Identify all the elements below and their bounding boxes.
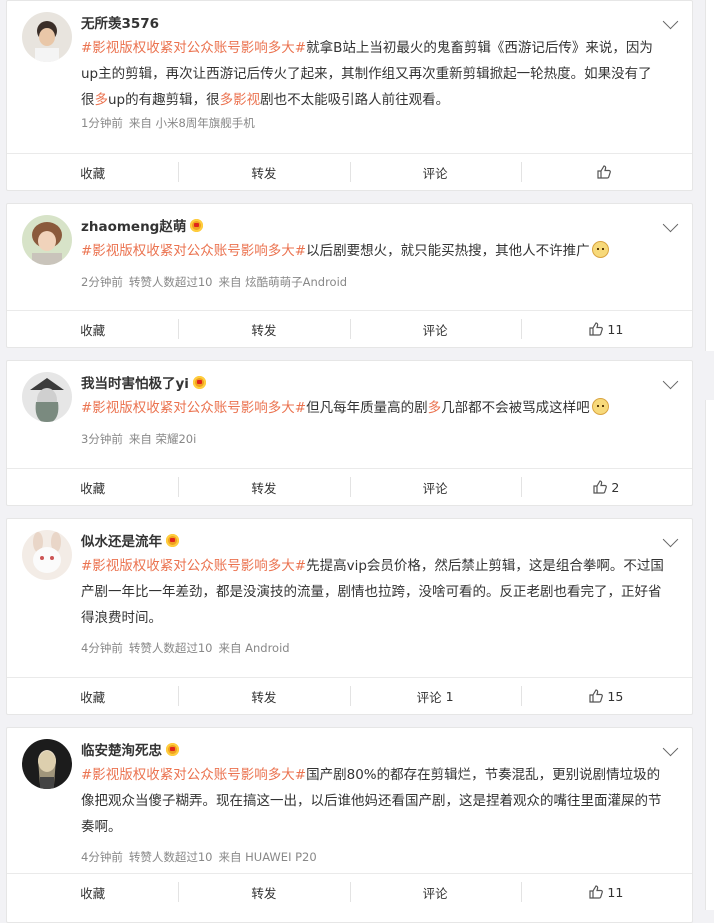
- timestamp[interactable]: 1分钟前: [81, 116, 123, 130]
- avatar[interactable]: [22, 215, 72, 265]
- chevron-down-icon[interactable]: [662, 216, 679, 233]
- source: 来自 荣耀20i: [128, 432, 197, 446]
- avatar[interactable]: [22, 530, 72, 580]
- thumbs-up-icon: [597, 165, 612, 179]
- thumbs-up-icon: [589, 322, 604, 336]
- vip-badge-icon[interactable]: [166, 533, 179, 547]
- source: 来自 炫酷萌萌子Android: [218, 275, 348, 289]
- repost-button[interactable]: 转发: [178, 874, 349, 910]
- repost-count-note: 转赞人数超过10: [128, 275, 213, 289]
- chevron-down-icon[interactable]: [662, 531, 679, 548]
- comment-text: #影视版权收紧对公众账号影响多大#但凡每年质量高的剧多几部都不会被骂成这样吧: [81, 395, 665, 421]
- chevron-down-icon[interactable]: [662, 13, 679, 30]
- comment-text: #影视版权收紧对公众账号影响多大#以后剧要想火，就只能买热搜，其他人不许推广: [81, 238, 665, 264]
- doge-emoji-icon: [591, 241, 609, 258]
- timestamp[interactable]: 4分钟前: [81, 850, 123, 864]
- action-bar: 收藏 转发 评论 2: [7, 468, 692, 505]
- chevron-down-icon[interactable]: [662, 740, 679, 757]
- avatar[interactable]: [22, 372, 72, 422]
- favorite-button[interactable]: 收藏: [7, 311, 178, 347]
- comment-card: 似水还是流年 #影视版权收紧对公众账号影响多大#先提高vip会员价格，然后禁止剪…: [6, 518, 693, 715]
- comment-card: 临安楚洵死忠 #影视版权收紧对公众账号影响多大#国产剧80%的都存在剪辑烂，节奏…: [6, 727, 693, 923]
- favorite-button[interactable]: 收藏: [7, 874, 178, 910]
- username[interactable]: 似水还是流年: [81, 530, 179, 550]
- vip-badge-icon[interactable]: [190, 218, 204, 232]
- like-button[interactable]: 11: [520, 311, 692, 347]
- username[interactable]: 我当时害怕极了yi: [81, 372, 206, 392]
- comment-card: 我当时害怕极了yi #影视版权收紧对公众账号影响多大#但凡每年质量高的剧多几部都…: [6, 360, 693, 506]
- thumbs-up-icon: [589, 885, 604, 899]
- timestamp[interactable]: 3分钟前: [81, 432, 123, 446]
- post-meta: 1分钟前 来自 小米8周年旗舰手机: [81, 115, 261, 131]
- thumbs-up-icon: [589, 689, 604, 703]
- comment-button[interactable]: 评论: [349, 154, 521, 190]
- right-panel-edge: [705, 0, 714, 351]
- repost-button[interactable]: 转发: [178, 154, 349, 190]
- username[interactable]: 无所羡3576: [81, 12, 159, 32]
- repost-button[interactable]: 转发: [178, 678, 349, 714]
- repost-button[interactable]: 转发: [178, 311, 349, 347]
- action-bar: 收藏 转发 评论: [7, 153, 692, 190]
- username[interactable]: zhaomeng赵萌: [81, 215, 204, 235]
- comment-button[interactable]: 评论: [349, 469, 521, 505]
- comment-button[interactable]: 评论: [349, 874, 521, 910]
- action-bar: 收藏 转发 评论 1 15: [7, 677, 692, 714]
- repost-count-note: 转赞人数超过10: [128, 641, 213, 655]
- topic-link[interactable]: #影视版权收紧对公众账号影响多大#: [81, 767, 306, 783]
- repost-button[interactable]: 转发: [178, 469, 349, 505]
- comment-text: #影视版权收紧对公众账号影响多大#就拿B站上当初最火的鬼畜剪辑《西游记后传》来说…: [81, 40, 653, 108]
- post-meta: 2分钟前 转赞人数超过10 来自 炫酷萌萌子Android: [81, 274, 353, 290]
- favorite-button[interactable]: 收藏: [7, 154, 178, 190]
- chevron-down-icon[interactable]: [662, 373, 679, 390]
- repost-count-note: 转赞人数超过10: [128, 850, 213, 864]
- like-button[interactable]: 2: [520, 469, 692, 505]
- action-bar: 收藏 转发 评论 11: [7, 873, 692, 910]
- comment-card: zhaomeng赵萌 #影视版权收紧对公众账号影响多大#以后剧要想火，就只能买热…: [6, 203, 693, 348]
- topic-link[interactable]: #影视版权收紧对公众账号影响多大#: [81, 40, 306, 56]
- action-bar: 收藏 转发 评论 11: [7, 310, 692, 347]
- source: 来自 小米8周年旗舰手机: [128, 116, 255, 130]
- vip-badge-icon[interactable]: [192, 375, 206, 389]
- timestamp[interactable]: 4分钟前: [81, 641, 123, 655]
- like-button[interactable]: [520, 154, 692, 190]
- avatar[interactable]: [22, 739, 72, 789]
- topic-link[interactable]: #影视版权收紧对公众账号影响多大#: [81, 400, 306, 416]
- vip-badge-icon[interactable]: [166, 742, 179, 756]
- post-meta: 4分钟前 转赞人数超过10 来自 Android: [81, 640, 296, 656]
- comment-button[interactable]: 评论 1: [349, 678, 521, 714]
- like-button[interactable]: 15: [520, 678, 692, 714]
- favorite-button[interactable]: 收藏: [7, 469, 178, 505]
- comment-button[interactable]: 评论: [349, 311, 521, 347]
- source: 来自 Android: [218, 641, 290, 655]
- post-meta: 4分钟前 转赞人数超过10 来自 HUAWEI P20: [81, 849, 323, 865]
- topic-link[interactable]: #影视版权收紧对公众账号影响多大#: [81, 558, 306, 574]
- doge-emoji-icon: [591, 398, 609, 415]
- post-meta: 3分钟前 来自 荣耀20i: [81, 431, 202, 447]
- comment-text: #影视版权收紧对公众账号影响多大#国产剧80%的都存在剪辑烂，节奏混乱，更别说剧…: [81, 767, 662, 835]
- thumbs-up-icon: [593, 480, 608, 494]
- avatar[interactable]: [22, 12, 72, 62]
- right-panel-edge: [705, 400, 714, 910]
- source: 来自 HUAWEI P20: [218, 850, 317, 864]
- favorite-button[interactable]: 收藏: [7, 678, 178, 714]
- topic-link[interactable]: #影视版权收紧对公众账号影响多大#: [81, 243, 306, 259]
- like-button[interactable]: 11: [520, 874, 692, 910]
- comment-text: #影视版权收紧对公众账号影响多大#先提高vip会员价格，然后禁止剪辑，这是组合拳…: [81, 558, 664, 626]
- username[interactable]: 临安楚洵死忠: [81, 739, 179, 759]
- timestamp[interactable]: 2分钟前: [81, 275, 123, 289]
- comment-card: 无所羡3576 #影视版权收紧对公众账号影响多大#就拿B站上当初最火的鬼畜剪辑《…: [6, 0, 693, 191]
